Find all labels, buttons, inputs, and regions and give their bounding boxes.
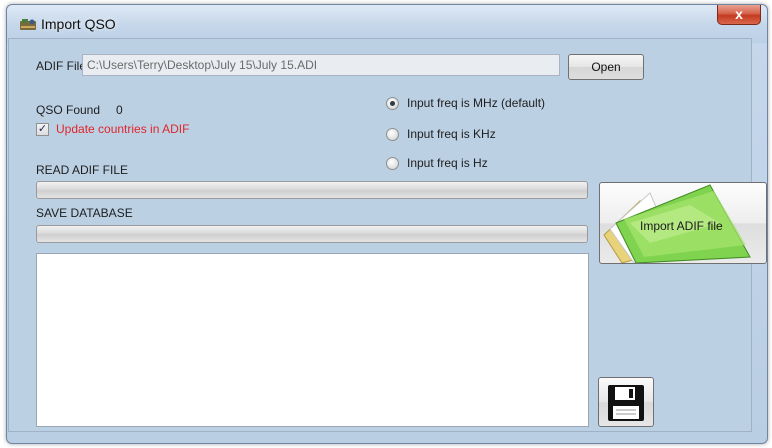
save-log-button[interactable] (598, 377, 654, 427)
floppy-disk-icon (608, 385, 644, 421)
qso-found-count: 0 (116, 103, 123, 117)
read-adif-label: READ ADIF FILE (36, 163, 129, 177)
open-button[interactable]: Open (568, 54, 644, 80)
radio-selected-dot (390, 101, 395, 106)
log-textarea[interactable] (36, 253, 589, 427)
radio-freq-khz[interactable] (386, 128, 399, 141)
close-button[interactable]: x (717, 5, 761, 25)
radio-freq-mhz[interactable] (386, 97, 399, 110)
radio-freq-mhz-label[interactable]: Input freq is MHz (default) (407, 96, 545, 110)
update-countries-checkbox[interactable]: ✓ (36, 123, 49, 136)
import-adif-button[interactable]: Import ADIF file (599, 182, 767, 264)
save-progress-bar (36, 225, 588, 243)
import-adif-label: Import ADIF file (640, 219, 723, 233)
window-title: Import QSO (41, 16, 116, 32)
read-progress-bar (36, 181, 588, 199)
radio-freq-hz[interactable] (386, 157, 399, 170)
update-countries-label[interactable]: Update countries in ADIF (56, 122, 189, 136)
app-icon (20, 19, 36, 30)
radio-freq-hz-label[interactable]: Input freq is Hz (407, 156, 488, 170)
radio-freq-khz-label[interactable]: Input freq is KHz (407, 127, 496, 141)
close-icon: x (735, 6, 743, 22)
adif-file-path-field[interactable] (82, 54, 560, 76)
checkmark-icon: ✓ (37, 123, 48, 135)
adif-file-label: ADIF File (36, 59, 87, 73)
save-database-label: SAVE DATABASE (36, 206, 133, 220)
qso-found-label: QSO Found (36, 103, 101, 117)
